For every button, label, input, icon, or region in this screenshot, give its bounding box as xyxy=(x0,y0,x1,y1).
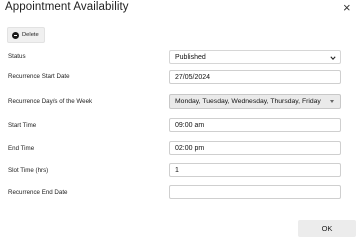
start-time-value: 09:00 am xyxy=(175,121,205,129)
status-value: Published xyxy=(175,53,206,61)
recurrence-end-date-input[interactable] xyxy=(169,185,341,199)
minus-circle-icon xyxy=(12,31,19,39)
close-icon[interactable]: × xyxy=(343,0,351,16)
status-select[interactable]: Published xyxy=(169,50,341,64)
recurrence-start-date-value: 27/05/2024 xyxy=(175,73,211,81)
recurrence-start-date-input[interactable]: 27/05/2024 xyxy=(169,70,341,84)
slot-time-value: 1 xyxy=(175,166,179,174)
slot-time-input[interactable]: 1 xyxy=(169,163,341,177)
end-time-value: 02:00 pm xyxy=(175,144,205,152)
delete-button[interactable]: Delete xyxy=(7,27,45,43)
status-label: Status xyxy=(8,53,26,60)
dialog-title: Appointment Availability xyxy=(5,1,129,13)
recurrence-start-date-label: Recurrence Start Date xyxy=(8,73,70,80)
start-time-input[interactable]: 09:00 am xyxy=(169,118,341,132)
chevron-down-icon xyxy=(330,56,336,61)
recurrence-days-value: Monday, Tuesday, Wednesday, Thursday, Fr… xyxy=(175,98,321,105)
end-time-label: End Time xyxy=(8,145,35,152)
slot-time-label: Slot Time (hrs) xyxy=(8,167,49,174)
caret-down-icon xyxy=(330,100,334,103)
recurrence-days-label: Recurrence Day/s of the Week xyxy=(8,98,93,105)
recurrence-days-select[interactable]: Monday, Tuesday, Wednesday, Thursday, Fr… xyxy=(169,94,341,109)
start-time-label: Start Time xyxy=(8,122,37,129)
recurrence-end-date-label: Recurrence End Date xyxy=(8,189,68,196)
ok-button[interactable]: OK xyxy=(298,220,356,237)
end-time-input[interactable]: 02:00 pm xyxy=(169,141,341,155)
delete-button-label: Delete xyxy=(22,32,39,38)
